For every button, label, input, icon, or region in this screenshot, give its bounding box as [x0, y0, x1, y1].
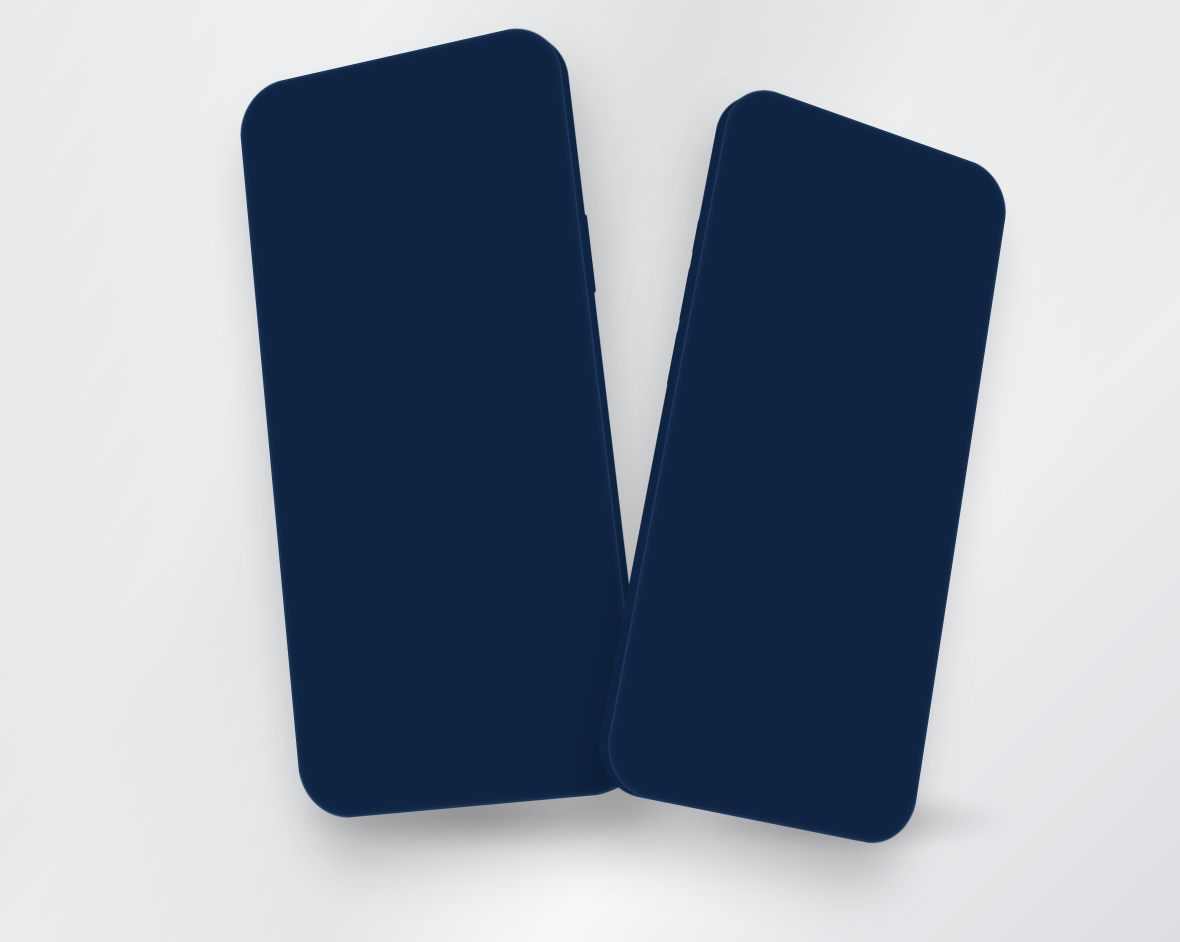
phone-filter: 2:41 Filter Search Price Range	[237, 19, 647, 821]
phone-sort: 2:41 Sort By Best MatchTime: ending soon…	[598, 78, 1011, 851]
